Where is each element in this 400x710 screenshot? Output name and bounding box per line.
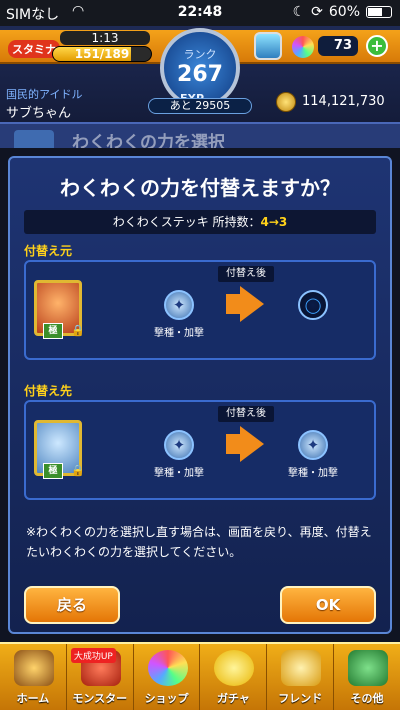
nav-label: ショップ [144, 692, 189, 705]
orb-icon [292, 36, 314, 58]
stamina-value: 151/189 [74, 47, 130, 61]
orb-count: 73 [318, 36, 358, 56]
nav-shop[interactable]: ショップ [134, 644, 201, 710]
kiwa-badge: 極 [43, 323, 63, 339]
kiwa-badge: 極 [43, 463, 63, 479]
source-monster-icon[interactable]: 極 🔒 [34, 280, 85, 339]
sticker-count-row: わくわくステッキ 所持数：4→3 [24, 210, 376, 234]
target-ability-after-text: 撃種・加撃 [288, 468, 338, 479]
nav-label: ガチャ [216, 692, 250, 705]
carrier-label: SIMなし [6, 7, 60, 23]
player-name: サブちゃん [6, 106, 72, 121]
target-monster-icon[interactable]: 極 🔒 [34, 420, 85, 479]
source-label: 付替え元 [24, 244, 73, 258]
ability-icon: ✦ [164, 290, 194, 320]
nav-other[interactable]: その他 [334, 644, 400, 710]
confirm-dialog: わくわくの力を付替えますか？ わくわくステッキ 所持数：4→3 付替え元 付替え… [8, 156, 392, 634]
sticker-count-change: 4→3 [260, 215, 288, 229]
ability-icon: ✦ [164, 430, 194, 460]
back-button[interactable]: 戻る [24, 586, 120, 624]
home-icon [14, 650, 54, 686]
shop-orb-icon [147, 650, 188, 686]
rank-value: 267 [177, 62, 223, 87]
target-ability-before-text: 撃種・加撃 [154, 468, 204, 479]
status-bar: SIMなし ◠ 22:48 ☾ ⟳ 60% [0, 0, 400, 26]
arrow-right-icon [240, 286, 264, 322]
nav-label: その他 [350, 692, 384, 705]
friend-icon [281, 650, 322, 686]
target-panel: 付替え後 極 🔒 ✦ 撃種・加撃 ✦ 撃種・加撃 [24, 400, 376, 500]
coin-count: 114,121,730 [302, 94, 385, 109]
nav-label: モンスター [72, 692, 128, 705]
dialog-title: わくわくの力を付替えますか？ [60, 176, 340, 200]
buy-orb-button[interactable]: + [366, 35, 388, 57]
ability-icon: ✦ [298, 430, 328, 460]
lock-icon: 🔒 [71, 464, 85, 477]
target-label: 付替え先 [24, 384, 73, 398]
nav-home[interactable]: ホーム [0, 644, 67, 710]
nav-label: フレンド [278, 692, 323, 705]
arrow-right-icon [240, 426, 264, 462]
nav-gacha[interactable]: ガチャ [200, 644, 268, 710]
wifi-icon: ◠ [72, 3, 85, 19]
item-box-icon[interactable] [254, 32, 282, 60]
player-title: 国民的アイドル [6, 88, 83, 101]
battery-percent: 60% [328, 4, 360, 20]
exp-remaining: あと 29505 [148, 98, 252, 114]
stamina-bar[interactable]: 151/189 [52, 46, 152, 62]
nav-friend[interactable]: フレンド [267, 644, 335, 710]
stamina-timer: 1:13 [60, 31, 150, 45]
source-ability-text: 撃種・加撃 [154, 328, 204, 339]
nav-monster[interactable]: 大成功UP モンスター [67, 644, 134, 710]
ok-button[interactable]: OK [280, 586, 376, 624]
nav-label: ホーム [16, 692, 50, 705]
rank-badge[interactable]: ランク 267 EXP [160, 28, 240, 108]
gacha-icon [214, 650, 255, 686]
lock-icon: 🔒 [71, 324, 85, 337]
other-icon [348, 650, 389, 686]
top-hud: スタミナ 1:13 151/189 ランク 267 EXP あと 29505 7… [0, 26, 400, 122]
rotation-lock-icon: ⟳ [311, 4, 323, 20]
battery-icon [366, 6, 392, 18]
source-panel: 付替え後 極 🔒 ✦ 撃種・加撃 ◯ [24, 260, 376, 360]
success-up-badge: 大成功UP [70, 648, 116, 663]
bottom-nav: ホーム 大成功UP モンスター ショップ ガチャ フレンド その他 [0, 642, 400, 710]
sticker-count-label: わくわくステッキ 所持数： [112, 215, 261, 229]
coin-icon [276, 92, 296, 112]
moon-icon: ☾ [292, 4, 306, 20]
after-tag: 付替え後 [218, 406, 274, 422]
empty-ability-icon: ◯ [298, 290, 328, 320]
note-text: ※わくわくの力を選択し直す場合は、画面を戻り、再度、付替えたいわくわくの力を選択… [26, 525, 372, 559]
after-tag: 付替え後 [218, 266, 274, 282]
rank-label: ランク [183, 48, 217, 61]
